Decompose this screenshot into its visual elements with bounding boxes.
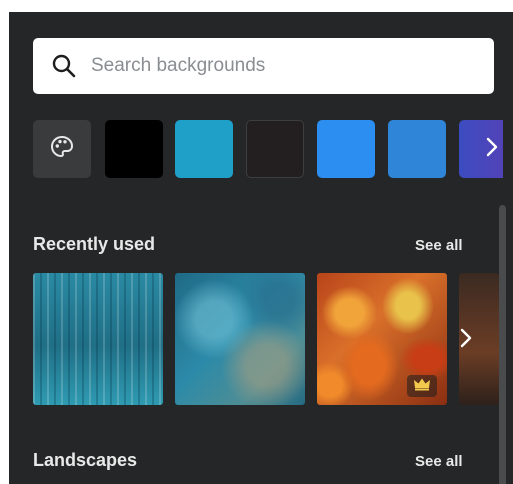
background-thumbnail[interactable]: [317, 273, 447, 405]
backgrounds-panel: Recently used See all Landscapes See al: [9, 12, 513, 484]
background-thumbnail[interactable]: [33, 273, 163, 405]
search-input[interactable]: [91, 55, 471, 77]
recently-used-next-button[interactable]: [456, 322, 476, 358]
color-swatch[interactable]: [317, 120, 375, 178]
chevron-right-icon: [459, 327, 473, 354]
color-swatch[interactable]: [246, 120, 304, 178]
crown-icon: [413, 377, 431, 396]
section-title-recently-used: Recently used: [33, 234, 156, 254]
search-icon: [51, 53, 77, 79]
premium-badge: [407, 375, 437, 397]
color-swatch[interactable]: [105, 120, 163, 178]
chevron-right-icon: [485, 136, 499, 163]
color-swatch[interactable]: [388, 120, 446, 178]
section-title-landscapes: Landscapes: [33, 450, 138, 470]
see-all-landscapes-link[interactable]: See all: [415, 453, 463, 470]
search-box[interactable]: [33, 38, 494, 94]
color-palette-button[interactable]: [33, 120, 91, 178]
palette-icon: [49, 134, 75, 165]
color-swatch[interactable]: [175, 120, 233, 178]
color-swatch-row: [33, 120, 503, 180]
scrollbar[interactable]: [499, 205, 506, 484]
swatches-next-button[interactable]: [459, 120, 503, 178]
see-all-recently-used-link[interactable]: See all: [415, 237, 463, 254]
background-thumbnail[interactable]: [175, 273, 305, 405]
recently-used-row: [33, 273, 499, 405]
